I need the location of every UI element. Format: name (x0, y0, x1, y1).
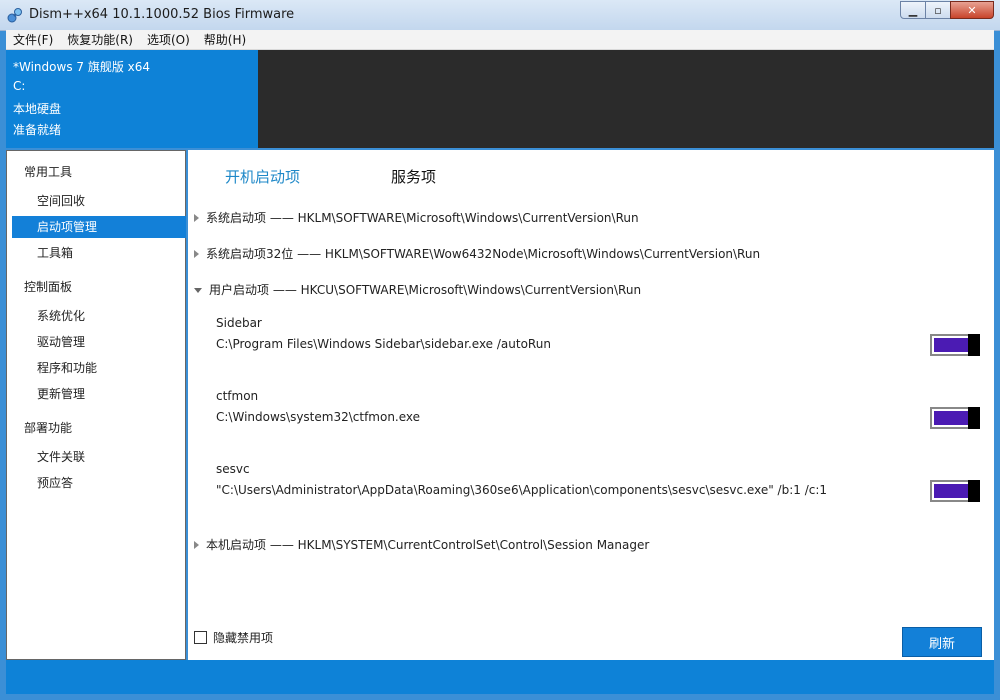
sidebar-item-driver-manager[interactable]: 驱动管理 (12, 331, 186, 353)
close-icon: ✕ (967, 3, 977, 17)
maximize-icon: ▫ (934, 3, 942, 17)
expand-arrow-icon (194, 540, 199, 549)
expand-arrow-icon (194, 213, 199, 222)
status-bar (6, 660, 994, 694)
menu-options[interactable]: 选项(O) (140, 31, 197, 48)
toggle-sidebar[interactable] (930, 334, 980, 356)
group-system-startup[interactable]: 系统启动项 —— HKLM\SOFTWARE\Microsoft\Windows… (194, 209, 639, 226)
sidebar-section-common-tools: 常用工具 (24, 165, 73, 179)
group-label: 系统启动项32位 —— HKLM\SOFTWARE\Wow6432Node\Mi… (206, 247, 761, 261)
hide-disabled-label: 隐藏禁用项 (213, 631, 274, 645)
menu-restore[interactable]: 恢复功能(R) (60, 31, 140, 48)
maximize-button[interactable]: ▫ (925, 1, 951, 19)
refresh-button[interactable]: 刷新 (902, 627, 982, 657)
window-controls: ▁ ▫ ✕ (900, 1, 994, 19)
group-label: 用户启动项 —— HKCU\SOFTWARE\Microsoft\Windows… (209, 283, 642, 297)
status-text: 准备就绪 (13, 123, 62, 137)
tab-startup-items[interactable]: 开机启动项 (225, 166, 300, 187)
os-name: *Windows 7 旗舰版 x64 (13, 60, 151, 74)
entry-name-ctfmon: ctfmon (216, 389, 259, 403)
sidebar-item-answer-file[interactable]: 预应答 (12, 472, 186, 494)
sidebar-item-toolbox[interactable]: 工具箱 (12, 242, 186, 264)
entry-command-sesvc: "C:\Users\Administrator\AppData\Roaming\… (216, 483, 828, 497)
sidebar-section-control-panel: 控制面板 (24, 280, 73, 294)
sidebar-item-programs-features[interactable]: 程序和功能 (12, 357, 186, 379)
menu-bar: 文件(F) 恢复功能(R) 选项(O) 帮助(H) (6, 30, 994, 50)
sidebar-item-space-cleanup[interactable]: 空间回收 (12, 190, 186, 212)
image-info-panel[interactable]: *Windows 7 旗舰版 x64 C: 本地硬盘 准备就绪 (6, 50, 258, 148)
image-list-area (258, 50, 994, 148)
hide-disabled-option[interactable]: 隐藏禁用项 (194, 629, 273, 646)
toggle-fill (934, 338, 968, 352)
sidebar-item-startup-manager[interactable]: 启动项管理 (12, 216, 186, 238)
sidebar-section-deployment: 部署功能 (24, 421, 73, 435)
group-label: 系统启动项 —— HKLM\SOFTWARE\Microsoft\Windows… (206, 211, 639, 225)
sidebar-item-file-association[interactable]: 文件关联 (12, 446, 186, 468)
collapse-arrow-icon (194, 288, 202, 293)
group-label: 本机启动项 —— HKLM\SYSTEM\CurrentControlSet\C… (206, 538, 650, 552)
sidebar: 常用工具 空间回收 启动项管理 工具箱 控制面板 系统优化 驱动管理 程序和功能… (6, 150, 186, 660)
toggle-knob (968, 480, 980, 502)
toggle-sesvc[interactable] (930, 480, 980, 502)
window-title: Dism++x64 10.1.1000.52 Bios Firmware (29, 7, 295, 22)
sidebar-item-system-optimize[interactable]: 系统优化 (12, 305, 186, 327)
close-button[interactable]: ✕ (950, 1, 994, 19)
disk-type: 本地硬盘 (13, 102, 62, 116)
toggle-knob (968, 407, 980, 429)
app-icon (7, 8, 22, 23)
tab-services[interactable]: 服务项 (391, 166, 436, 187)
entry-name-sidebar: Sidebar (216, 316, 262, 330)
title-bar: Dism++x64 10.1.1000.52 Bios Firmware ▁ ▫… (0, 0, 1000, 31)
expand-arrow-icon (194, 249, 199, 258)
group-user-startup[interactable]: 用户启动项 —— HKCU\SOFTWARE\Microsoft\Windows… (194, 281, 641, 298)
sidebar-item-update-manager[interactable]: 更新管理 (12, 383, 186, 405)
menu-help[interactable]: 帮助(H) (197, 31, 253, 48)
entry-command-sidebar: C:\Program Files\Windows Sidebar\sidebar… (216, 337, 551, 351)
entry-command-ctfmon: C:\Windows\system32\ctfmon.exe (216, 410, 421, 424)
toggle-ctfmon[interactable] (930, 407, 980, 429)
hide-disabled-checkbox[interactable] (194, 631, 207, 644)
toggle-knob (968, 334, 980, 356)
group-machine-startup[interactable]: 本机启动项 —— HKLM\SYSTEM\CurrentControlSet\C… (194, 536, 649, 553)
toggle-fill (934, 411, 968, 425)
group-system-startup-32[interactable]: 系统启动项32位 —— HKLM\SOFTWARE\Wow6432Node\Mi… (194, 245, 760, 262)
minimize-button[interactable]: ▁ (900, 1, 926, 19)
entry-name-sesvc: sesvc (216, 462, 250, 476)
drive-letter: C: (13, 79, 26, 93)
toggle-fill (934, 484, 968, 498)
main-content: 开机启动项 服务项 系统启动项 —— HKLM\SOFTWARE\Microso… (188, 150, 994, 660)
minimize-icon: ▁ (908, 3, 918, 17)
menu-file[interactable]: 文件(F) (6, 31, 60, 48)
